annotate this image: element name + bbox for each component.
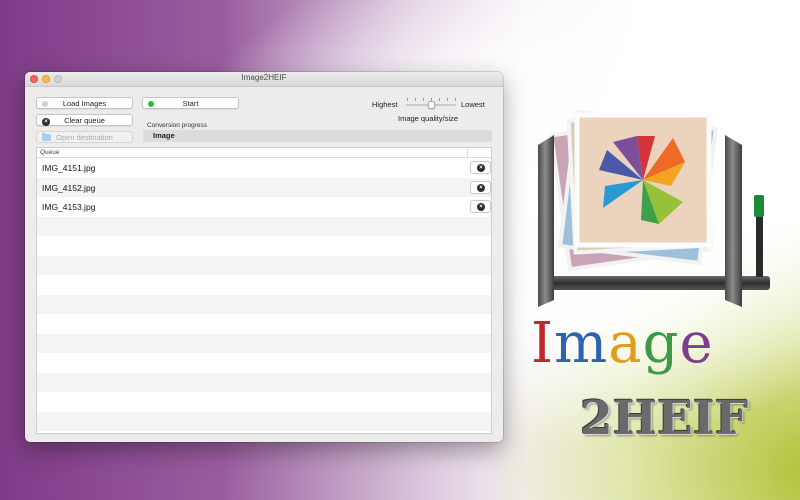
app-window: Image2HEIF Load Images × Clear queue Ope… <box>25 72 503 442</box>
slider-tick <box>415 98 416 101</box>
x-circle-icon: × <box>477 203 485 211</box>
start-button[interactable]: Start <box>142 97 239 109</box>
load-images-label: Load Images <box>62 99 107 108</box>
slider-knob[interactable] <box>427 101 435 109</box>
table-row[interactable]: IMG_4152.jpg × <box>37 177 491 197</box>
x-circle-icon: × <box>42 117 50 126</box>
open-destination-button[interactable]: Open destination <box>36 131 133 143</box>
clamp-handle <box>756 207 763 277</box>
remove-item-button[interactable]: × <box>470 200 491 213</box>
clamp-left-arm <box>538 135 554 307</box>
empty-row <box>37 333 491 353</box>
clamp-grip <box>754 195 764 217</box>
empty-row <box>37 255 491 275</box>
table-row[interactable]: IMG_4153.jpg × <box>37 197 491 217</box>
slider-tick <box>439 98 440 101</box>
logo-letter: e <box>679 311 714 376</box>
empty-row <box>37 411 491 431</box>
conversion-progress-label: Conversion progress <box>147 122 207 129</box>
conversion-progress-bar: Image <box>143 130 492 142</box>
empty-row <box>37 275 491 295</box>
empty-row <box>37 314 491 334</box>
clamp-right-arm <box>725 135 742 307</box>
logo-letter: g <box>642 311 680 376</box>
queue-header-label: Queue <box>40 149 60 156</box>
photo-stack <box>549 109 718 272</box>
empty-row <box>37 236 491 256</box>
logo-letter: a <box>608 311 643 376</box>
empty-row <box>37 372 491 392</box>
file-name: IMG_4151.jpg <box>42 163 96 173</box>
empty-row <box>37 353 491 373</box>
queue-rows: IMG_4151.jpg × IMG_4152.jpg × IMG_4153.j… <box>37 158 491 431</box>
remove-item-button[interactable]: × <box>470 161 491 174</box>
green-dot-icon <box>148 100 154 107</box>
file-name: IMG_4152.jpg <box>42 182 96 193</box>
clear-queue-label: Clear queue <box>64 116 105 125</box>
empty-row <box>37 392 491 412</box>
app-logo-icon <box>538 109 770 307</box>
queue-header: Queue <box>37 148 491 158</box>
load-images-button[interactable]: Load Images <box>36 97 133 109</box>
quality-lowest-label: Lowest <box>461 100 485 109</box>
logo-letter: m <box>554 311 609 376</box>
empty-row <box>37 216 491 236</box>
quality-highest-label: Highest <box>372 100 398 109</box>
queue-table: Queue IMG_4151.jpg × IMG_4152.jpg × IMG_… <box>36 147 492 434</box>
clear-queue-button[interactable]: × Clear queue <box>36 114 133 126</box>
quality-caption: Image quality/size <box>398 114 459 123</box>
logo-wordmark: Image <box>531 316 714 372</box>
logo-subtitle: 2HEIF <box>580 391 749 446</box>
remove-item-button[interactable]: × <box>470 180 491 194</box>
slider-tick <box>423 98 424 101</box>
grey-dot-icon <box>42 100 48 107</box>
slider-tick <box>407 98 408 101</box>
x-circle-icon: × <box>477 164 485 172</box>
title-bar: Image2HEIF <box>25 72 503 87</box>
folder-icon <box>42 132 51 141</box>
table-row[interactable]: IMG_4151.jpg × <box>37 158 491 178</box>
window-title: Image2HEIF <box>241 73 287 82</box>
empty-row <box>37 294 491 314</box>
start-label: Start <box>182 99 199 108</box>
quality-slider[interactable] <box>406 98 456 110</box>
file-name: IMG_4153.jpg <box>42 202 96 212</box>
slider-tick <box>455 98 456 101</box>
progress-status-text: Image <box>153 131 175 140</box>
logo-letter: I <box>531 311 555 376</box>
x-circle-icon: × <box>477 183 485 192</box>
slider-tick <box>447 98 448 101</box>
open-destination-label: Open destination <box>56 133 113 142</box>
column-divider <box>467 148 468 158</box>
